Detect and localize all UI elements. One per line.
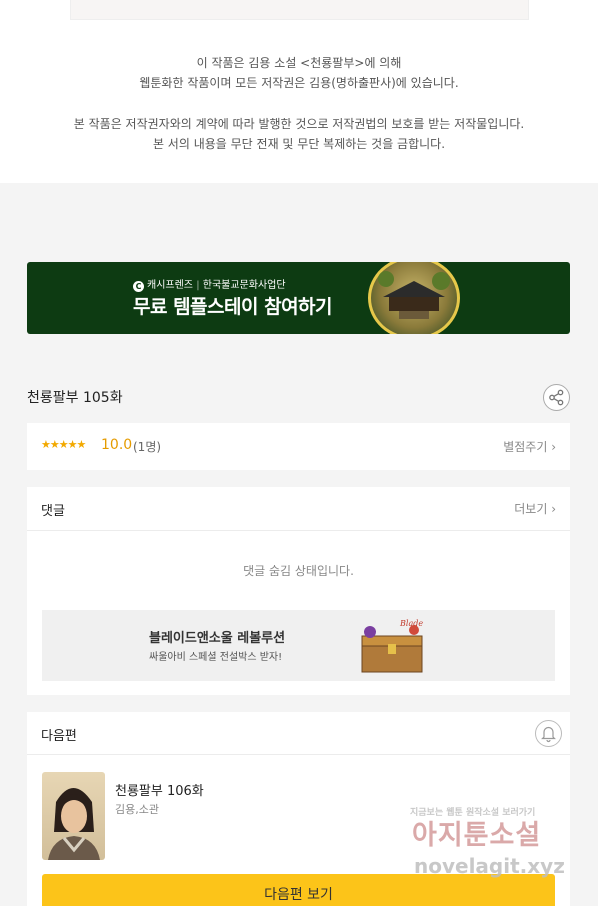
episode-title: 천룡팔부 105화 <box>27 390 123 406</box>
copyright-line: 본 작품은 저작권자와의 계약에 따라 발행한 것으로 저작권법의 보호를 받는… <box>73 117 525 131</box>
treasure-box-image: Blade <box>352 616 442 678</box>
bell-icon <box>541 726 556 743</box>
copyright-section: 이 작품은 김용 소설 <천룡팔부>에 의해 웹툰화한 작품이며 모든 저작권은… <box>0 0 598 183</box>
comments-header: 댓글 더보기 › <box>27 487 570 531</box>
copyright-line: 웹툰화한 작품이며 모든 저작권은 김용(명하출판사)에 있습니다. <box>139 76 459 90</box>
next-episode-title[interactable]: 천룡팔부 106화 <box>115 780 204 799</box>
comments-title: 댓글 <box>41 504 65 519</box>
banner-title: 무료 템플스테이 참여하기 <box>133 296 333 318</box>
rating-stars: ★★★★★ <box>41 438 86 451</box>
content-bottom-edge <box>70 0 529 20</box>
next-episode-header: 다음편 <box>27 712 570 755</box>
ad-subtitle: 싸울아비 스페셜 전설박스 받자! <box>149 652 283 663</box>
share-icon <box>549 389 564 406</box>
copyright-line: 이 작품은 김용 소설 <천룡팔부>에 의해 <box>196 56 402 70</box>
notify-button[interactable] <box>535 720 562 747</box>
comments-hidden-message: 댓글 숨김 상태입니다. <box>243 564 354 578</box>
rating-score: 10.0 <box>101 437 133 453</box>
share-button[interactable] <box>543 384 570 411</box>
comments-more-button[interactable]: 더보기 › <box>514 500 556 517</box>
rating-card: ★★★★★ 10.0 (1명) 별점주기 › <box>27 423 570 470</box>
temple-image <box>368 262 460 334</box>
next-episode-author: 김용,소관 <box>115 803 159 816</box>
next-episode-button[interactable]: 다음편 보기 <box>42 874 555 906</box>
rate-button[interactable]: 별점주기 › <box>503 438 556 455</box>
rating-count: (1명) <box>133 440 162 454</box>
comments-card: 댓글 더보기 › 댓글 숨김 상태입니다. 블레이드앤소울 레볼루션 싸울아비 … <box>27 487 570 695</box>
cashfriends-logo-icon: C <box>133 281 144 292</box>
next-episode-heading: 다음편 <box>41 729 77 744</box>
copyright-notice: 이 작품은 김용 소설 <천룡팔부>에 의해 웹툰화한 작품이며 모든 저작권은… <box>0 53 598 154</box>
next-episode-thumbnail[interactable] <box>42 772 105 860</box>
svg-text:Blade: Blade <box>399 619 423 628</box>
copyright-line: 본 서의 내용을 무단 전재 및 무단 복제하는 것을 금합니다. <box>152 137 446 151</box>
game-ad-banner[interactable]: 블레이드앤소울 레볼루션 싸울아비 스페셜 전설박스 받자! Blade <box>42 610 555 681</box>
templestay-banner[interactable]: C 캐시프렌즈 | 한국불교문화사업단 무료 템플스테이 참여하기 <box>27 262 570 334</box>
banner-sponsor: C 캐시프렌즈 | 한국불교문화사업단 <box>133 276 286 292</box>
ad-title: 블레이드앤소울 레볼루션 <box>149 631 286 646</box>
next-episode-card: 다음편 천룡팔부 106화 김용,소관 다음편 보기 <box>27 712 570 906</box>
